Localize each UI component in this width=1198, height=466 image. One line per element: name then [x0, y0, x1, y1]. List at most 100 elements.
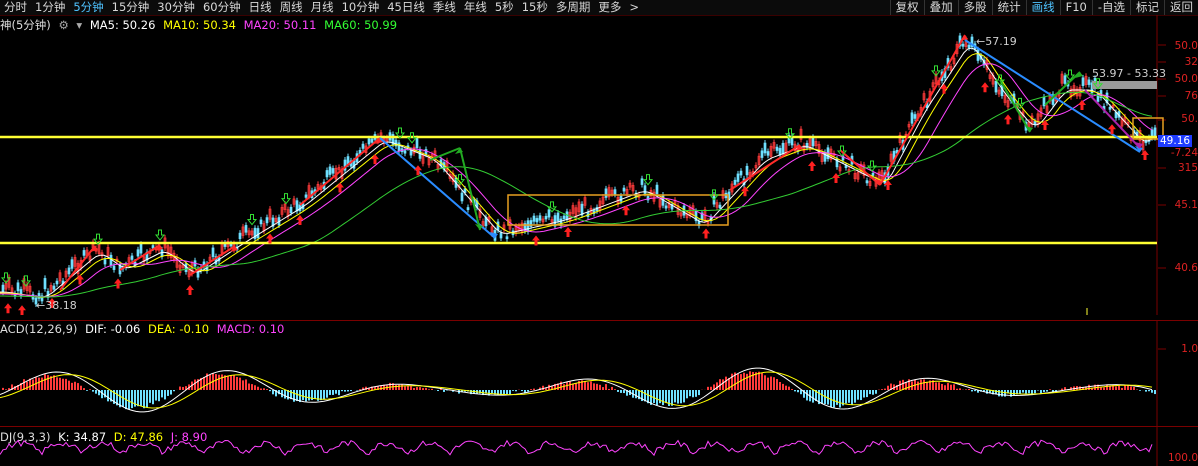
macd-bar	[761, 372, 763, 390]
macd-bar	[230, 375, 232, 390]
candle-body	[556, 212, 560, 222]
macd-bar	[530, 389, 532, 390]
buy-arrow	[1078, 100, 1086, 110]
macd-bar	[323, 390, 325, 400]
period-tab-13[interactable]: 5秒	[491, 0, 518, 15]
candle-body	[544, 215, 548, 220]
period-tab-11[interactable]: 季线	[429, 0, 460, 15]
macd-bar	[236, 376, 238, 390]
buy-arrow	[808, 161, 816, 171]
candle-body	[238, 232, 242, 240]
macd-bar	[395, 384, 397, 390]
macd-bar	[227, 376, 229, 390]
macd-bar	[875, 390, 877, 394]
candle-body	[1063, 75, 1067, 84]
macd-bar	[1049, 389, 1051, 390]
period-tab-7[interactable]: 周线	[276, 0, 307, 15]
macd-bar	[569, 381, 571, 390]
macd-bar	[1139, 390, 1141, 391]
macd-bar	[1043, 390, 1045, 393]
macd-bar	[143, 390, 145, 409]
candle-body	[766, 151, 770, 156]
macd-chart[interactable]	[0, 321, 1198, 426]
macd-bar	[1034, 390, 1036, 394]
period-tab-3[interactable]: 15分钟	[108, 0, 154, 15]
tool-button-5[interactable]: F10	[1059, 0, 1092, 15]
tool-button-1[interactable]: 叠加	[923, 0, 958, 15]
macd-bar	[848, 390, 850, 403]
candle-body	[52, 285, 56, 290]
macd-bar	[611, 386, 613, 390]
price-chart[interactable]	[0, 15, 1198, 315]
macd-bar	[812, 390, 814, 403]
buy-arrow	[1141, 150, 1149, 160]
sell-arrow	[246, 214, 258, 226]
tool-button-4[interactable]: 画线	[1025, 0, 1060, 15]
price-axis-label-3: 76	[1184, 90, 1198, 102]
macd-bar	[5, 389, 7, 390]
macd-bar	[422, 388, 424, 390]
macd-bar	[137, 390, 139, 407]
period-tab-12[interactable]: 年线	[460, 0, 491, 15]
candle-body	[211, 247, 215, 257]
macd-bar	[635, 390, 637, 399]
macd-bar	[332, 390, 334, 395]
candle-body	[865, 180, 869, 184]
tool-button-0[interactable]: 复权	[889, 0, 924, 15]
macd-bar	[614, 389, 616, 390]
macd-bar	[710, 386, 712, 390]
tool-button-3[interactable]: 统计	[991, 0, 1026, 15]
period-tab-4[interactable]: 30分钟	[153, 0, 199, 15]
period-tab-0[interactable]: 分时	[0, 0, 31, 15]
price-axis-label-1: 32	[1184, 56, 1198, 68]
period-tab-6[interactable]: 日线	[245, 0, 276, 15]
macd-bar	[128, 390, 130, 410]
macd-bar	[692, 390, 694, 398]
macd-bar	[839, 390, 841, 408]
macd-bar	[1040, 390, 1042, 394]
macd-bar	[161, 390, 163, 398]
trend-line	[999, 79, 1031, 133]
period-tab-14[interactable]: 15秒	[518, 0, 552, 15]
candle-body	[538, 215, 542, 221]
macd-bar	[389, 382, 391, 390]
period-tab-9[interactable]: 10分钟	[338, 0, 384, 15]
candle-body	[103, 259, 107, 265]
macd-bar	[653, 390, 655, 403]
candle-body	[361, 143, 365, 149]
tool-button-6[interactable]: -自选	[1091, 0, 1130, 15]
period-tab-5[interactable]: 60分钟	[199, 0, 245, 15]
tool-button-8[interactable]: 返回	[1164, 0, 1198, 15]
macd-bar	[926, 381, 928, 390]
kdj-chart[interactable]	[0, 426, 1198, 466]
macd-bar	[89, 389, 91, 390]
candle-body	[112, 265, 116, 270]
buy-arrow	[186, 285, 194, 295]
macd-bar	[65, 378, 67, 390]
macd-bar	[662, 390, 664, 406]
tool-button-7[interactable]: 标记	[1130, 0, 1164, 15]
period-tab-10[interactable]: 45日线	[383, 0, 429, 15]
macd-bar	[1118, 385, 1120, 390]
macd-bar	[335, 390, 337, 394]
more-arrow-icon[interactable]: >	[625, 0, 643, 15]
macd-bar	[869, 390, 871, 395]
macd-bar	[749, 371, 751, 390]
period-tab-1[interactable]: 1分钟	[31, 0, 69, 15]
candle-body	[619, 195, 623, 202]
macd-bar	[242, 380, 244, 390]
period-tab-2[interactable]: 5分钟	[69, 0, 107, 15]
macd-bar	[419, 387, 421, 390]
trend-line	[879, 34, 966, 186]
period-tab-15[interactable]: 多周期	[552, 0, 595, 15]
macd-bar	[44, 374, 46, 390]
period-tab-8[interactable]: 月线	[307, 0, 338, 15]
macd-bar	[782, 383, 784, 390]
range-bar	[1092, 81, 1157, 89]
high-annotation: ←57.19	[976, 35, 1017, 48]
j-line	[0, 439, 1153, 457]
period-tab-16[interactable]: 更多	[594, 0, 625, 15]
macd-bar	[260, 388, 262, 390]
tool-button-2[interactable]: 多股	[957, 0, 992, 15]
macd-bar	[956, 388, 958, 390]
